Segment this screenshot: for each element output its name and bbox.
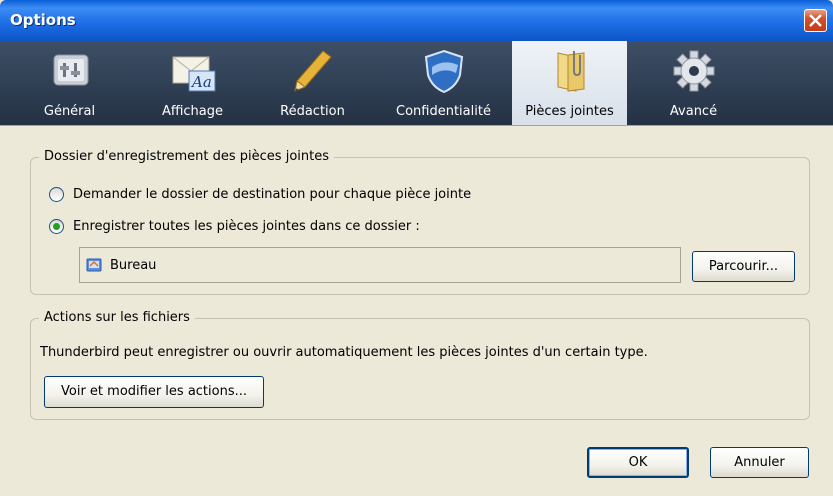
close-button[interactable] (804, 9, 827, 32)
tab-general-label: Général (43, 104, 96, 119)
category-toolbar: Général Aa Affichage Rédaction Confident… (0, 41, 833, 126)
radio-save-label: Enregistrer toutes les pièces jointes da… (73, 218, 420, 234)
desktop-folder-icon (86, 258, 102, 272)
radio-ask-label: Demander le dossier de destination pour … (73, 186, 472, 202)
general-icon (53, 54, 88, 86)
svg-text:Aa: Aa (190, 73, 212, 91)
file-actions-title: Actions sur les fichiers (39, 310, 195, 325)
radio-ask-indicator[interactable] (49, 186, 64, 202)
file-actions-description: Thunderbird peut enregistrer ou ouvrir a… (40, 345, 648, 360)
radio-ask-folder[interactable]: Demander le dossier de destination pour … (49, 185, 471, 203)
display-icon: Aa (172, 56, 215, 92)
tab-privacy[interactable]: Confidentialité (386, 41, 501, 125)
title-bar: Options (0, 0, 833, 41)
tab-general[interactable]: Général (12, 41, 127, 125)
view-actions-button[interactable]: Voir et modifier les actions... (44, 376, 264, 408)
folder-path-field[interactable]: Bureau (79, 247, 681, 283)
browse-button-label: Parcourir... (708, 259, 779, 274)
cancel-button[interactable]: Annuler (710, 447, 809, 478)
pencil-icon (293, 50, 332, 92)
tab-compose[interactable]: Rédaction (255, 41, 370, 125)
radio-save-indicator[interactable] (49, 218, 64, 234)
folder-name: Bureau (110, 257, 157, 273)
tab-attachments-label: Pièces jointes (525, 104, 614, 119)
tab-advanced-label: Avancé (669, 104, 718, 119)
tab-attachments[interactable]: Pièces jointes (512, 41, 627, 125)
close-icon (809, 14, 822, 27)
paperclip-folder-icon (557, 51, 584, 92)
ok-label: OK (628, 455, 648, 470)
cancel-label: Annuler (734, 455, 785, 470)
tab-advanced[interactable]: Avancé (636, 41, 751, 125)
tab-privacy-label: Confidentialité (396, 104, 491, 119)
window-title: Options (10, 11, 76, 29)
browse-button[interactable]: Parcourir... (692, 251, 795, 282)
options-window: Options Général Aa Affichage Rédaction C… (0, 0, 833, 496)
tab-display[interactable]: Aa Affichage (135, 41, 250, 125)
attachments-folder-title: Dossier d'enregistrement des pièces join… (39, 149, 334, 164)
gear-icon (673, 50, 714, 92)
tab-display-label: Affichage (161, 104, 224, 119)
view-actions-label: Voir et modifier les actions... (61, 384, 247, 399)
tab-compose-label: Rédaction (280, 104, 345, 119)
ok-button[interactable]: OK (587, 447, 689, 478)
radio-save-folder[interactable]: Enregistrer toutes les pièces jointes da… (49, 217, 420, 235)
shield-icon (424, 49, 463, 93)
